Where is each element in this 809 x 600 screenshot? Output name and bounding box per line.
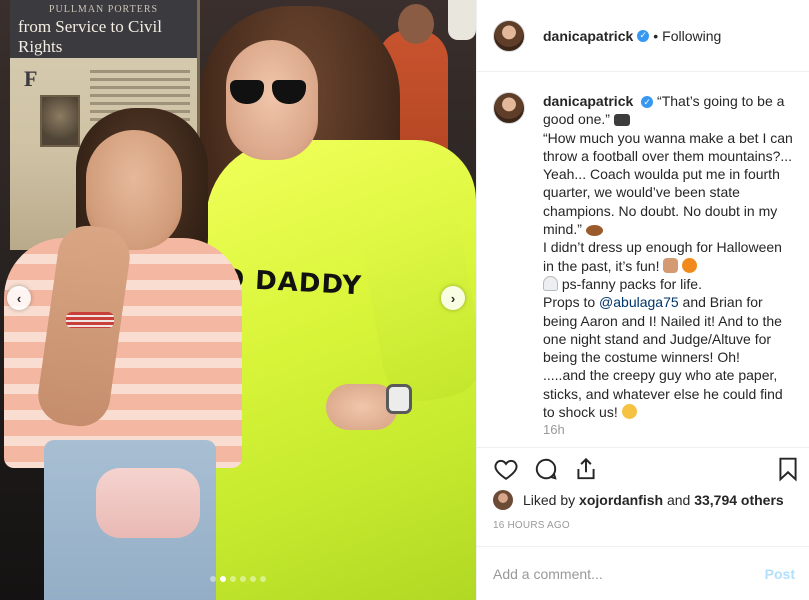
post-side-panel: danicapatrick ✓ • Following danicapatric…: [476, 0, 809, 600]
chevron-left-icon: ‹: [16, 290, 22, 306]
caption-timestamp: 16h: [543, 422, 565, 438]
heart-icon: [494, 459, 518, 480]
caption-avatar[interactable]: [493, 92, 525, 124]
action-bar: [477, 447, 809, 491]
background-mask: [448, 0, 476, 40]
header-username[interactable]: danicapatrick: [543, 28, 633, 44]
post-photo[interactable]: PULLMAN PORTERS from Service to Civil Ri…: [0, 0, 476, 600]
carousel-dot: [260, 576, 266, 582]
carousel-prev-button[interactable]: ‹: [7, 286, 31, 310]
verified-badge-icon: ✓: [641, 96, 654, 109]
likes-prefix: Liked by: [523, 492, 576, 508]
share-icon: [577, 457, 595, 480]
caption-fanny: ps-fanny packs for life.: [561, 275, 702, 292]
likes-count[interactable]: 33,794 others: [694, 492, 784, 508]
post-timestamp[interactable]: 16 HOURS AGO: [493, 520, 570, 531]
poster-heading: PULLMAN PORTERS: [48, 4, 159, 15]
caption-quote: “How much you wanna make a bet I can thr…: [543, 129, 793, 238]
bookmark-icon: [779, 457, 797, 482]
verified-badge-icon: ✓: [637, 29, 650, 42]
smartwatch: [386, 384, 412, 414]
carousel-dot: [210, 576, 216, 582]
caption-text: danicapatrick ✓ “That’s going to be a go…: [543, 92, 795, 446]
carousel-dot: [250, 576, 256, 582]
ghost-emoji-icon: [543, 275, 558, 291]
carousel-dot: [240, 576, 246, 582]
camera-emoji-icon: [613, 114, 630, 127]
liker-avatar[interactable]: [493, 490, 513, 510]
liker-username[interactable]: xojordanfish: [579, 492, 663, 508]
caption-props-prefix: Props to: [543, 294, 596, 311]
share-button[interactable]: [573, 456, 599, 482]
grimace-emoji-icon: [621, 404, 637, 420]
background-person-head: [398, 4, 434, 44]
like-button[interactable]: [493, 456, 519, 482]
post-header: danicapatrick ✓ • Following: [477, 0, 809, 72]
save-button[interactable]: [775, 456, 801, 482]
post-comment-button[interactable]: Post: [765, 566, 795, 582]
sunglasses: [230, 80, 310, 106]
avatar[interactable]: [493, 19, 525, 52]
fanny-pack: [96, 468, 200, 538]
comment-form: Post: [477, 546, 809, 600]
comment-icon: [535, 458, 557, 480]
caption-area: danicapatrick ✓ “That’s going to be a go…: [477, 72, 809, 446]
pumpkin-emoji-icon: [682, 257, 698, 273]
bracelets: [66, 312, 114, 328]
likes-summary: Liked by xojordanfish and 33,794 others: [493, 490, 784, 510]
caption-creepy: .....and the creepy guy who ate paper, s…: [543, 367, 783, 421]
separator-dot: •: [653, 27, 659, 44]
carousel-dot: [230, 576, 236, 582]
likes-middle: and: [666, 492, 691, 508]
chevron-right-icon: ›: [450, 290, 456, 306]
football-emoji-icon: [585, 225, 603, 237]
comment-button[interactable]: [533, 456, 559, 482]
comment-input[interactable]: [493, 565, 765, 582]
following-button[interactable]: Following: [662, 28, 721, 44]
carousel-dots: [0, 576, 476, 582]
caption-username[interactable]: danicapatrick: [543, 93, 633, 109]
poster-portrait: [40, 95, 80, 147]
carousel-dot: [220, 576, 226, 582]
poster-title: from Service to Civil Rights: [18, 17, 163, 56]
see-no-evil-emoji-icon: [663, 257, 679, 273]
poster-letter: F: [24, 66, 38, 91]
carousel-next-button[interactable]: ›: [441, 286, 465, 310]
mention-link[interactable]: @abulaga75: [599, 294, 679, 310]
